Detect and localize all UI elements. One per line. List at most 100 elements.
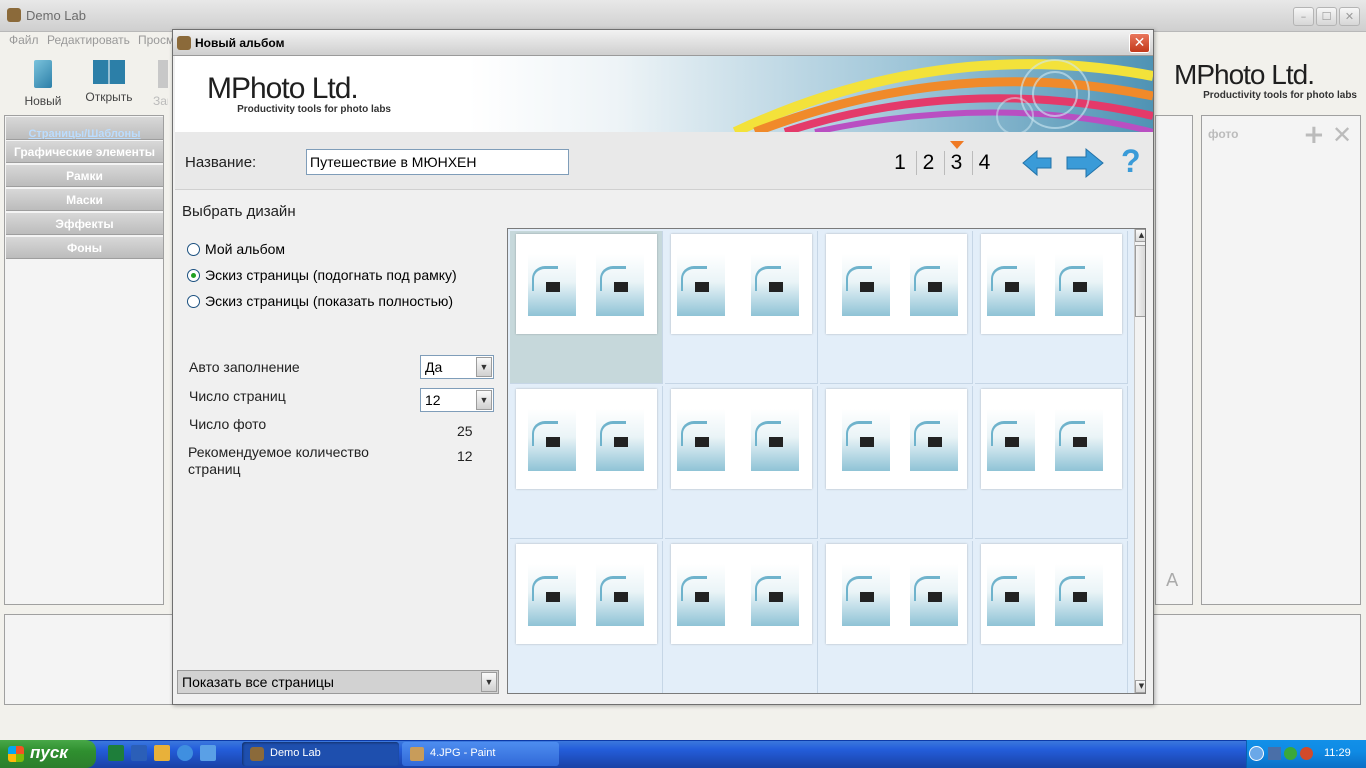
security-icon[interactable] [1284,747,1297,760]
close-button[interactable]: ✕ [1339,7,1360,26]
task-paint[interactable]: 4.JPG - Paint [402,742,559,766]
grid-scrollbar[interactable]: ▲ ▼ [1134,229,1145,693]
current-step-marker [950,141,964,149]
new-button[interactable]: Новый [15,56,71,108]
chevron-down-icon[interactable]: ▼ [476,390,492,410]
step-4[interactable]: 4 [972,151,996,175]
tab-effects[interactable]: Эффекты [6,213,163,235]
photos-label: Число фото [189,416,267,432]
thumbnail-page [842,564,890,626]
design-thumbnail[interactable] [510,541,663,693]
network-icon[interactable] [1268,747,1281,760]
thumbnail-image [981,389,1122,489]
window-title: Demo Lab [26,8,86,23]
design-thumbnail[interactable] [820,231,973,384]
volume-icon[interactable] [1300,747,1313,760]
remove-photo-icon[interactable]: ✕ [1332,121,1352,149]
autofill-select[interactable]: Да ▼ [420,355,494,379]
design-thumbnail[interactable] [820,386,973,539]
right-panel: фото + ✕ [1201,115,1361,605]
chevron-down-icon[interactable]: ▼ [481,672,497,692]
thumbnail-image [826,389,967,489]
tab-masks[interactable]: Маски [6,189,163,211]
thumbnail-page [751,409,799,471]
windows-logo-icon [8,746,24,762]
page-filter-select[interactable]: Показать все страницы ▼ [177,670,499,694]
minimize-button[interactable]: – [1293,7,1314,26]
thumbnail-page [987,564,1035,626]
design-thumbnail[interactable] [665,541,818,693]
scroll-up-icon[interactable]: ▲ [1135,229,1145,242]
radio-my-album[interactable]: Мой альбом [187,241,487,261]
thumbnail-image [981,234,1122,334]
tab-frames[interactable]: Рамки [6,165,163,187]
browser-icon[interactable] [200,745,216,761]
tray-expand-icon[interactable] [1249,746,1264,761]
open-button[interactable]: Открыть [81,56,137,108]
app-icon [7,8,21,22]
radio-sketch-fit[interactable]: Эскиз страницы (подогнать под рамку) [187,267,487,287]
album-name-input[interactable]: Путешествие в МЮНХЕН [306,149,569,175]
thumbnail-image [671,234,812,334]
excel-icon[interactable] [108,745,124,761]
radio-label: Мой альбом [205,241,285,257]
chevron-down-icon[interactable]: ▼ [476,357,492,377]
page-filter-value: Показать все страницы [182,674,334,690]
design-thumbnail[interactable] [975,386,1128,539]
photo-panel-label: фото [1208,127,1239,141]
design-thumbnail[interactable] [820,541,973,693]
design-thumbnail[interactable] [665,386,818,539]
thumbnail-page [528,564,576,626]
thumbnail-image [516,389,657,489]
pages-label: Число страниц [189,388,286,404]
tab-pages-templates[interactable]: Страницы/Шаблоны [6,117,163,140]
menu-edit[interactable]: Редактировать [47,33,130,47]
help-icon[interactable]: ? [1121,143,1141,180]
thumbnail-page [677,564,725,626]
new-button-label: Новый [24,94,62,108]
design-thumbnail[interactable] [975,231,1128,384]
start-button[interactable]: пуск [0,740,96,768]
scroll-thumb[interactable] [1135,245,1145,317]
save-button[interactable]: Зан [146,56,168,108]
step-1[interactable]: 1 [888,151,912,175]
design-thumbnail[interactable] [510,386,663,539]
design-thumbnail[interactable] [510,231,663,384]
radio-sketch-full[interactable]: Эскиз страницы (показать полностью) [187,293,487,313]
thumbnail-image [671,389,812,489]
section-title: Выбрать дизайн [182,203,296,220]
internet-explorer-icon[interactable] [177,745,193,761]
thumbnail-page [677,409,725,471]
brand-logo-tagline: Productivity tools for photo labs [237,104,391,115]
text-tool-icon[interactable]: A [1166,570,1178,591]
thumbnail-page [596,564,644,626]
outlook-icon[interactable] [154,745,170,761]
brand-logo-right: MPhoto Ltd. Productivity tools for photo… [1174,60,1359,104]
step-2[interactable]: 2 [916,151,940,175]
scroll-down-icon[interactable]: ▼ [1135,680,1145,693]
forward-arrow-icon[interactable] [1065,147,1105,179]
task-demo-lab[interactable]: Demo Lab [242,742,399,766]
thumbnail-page [528,409,576,471]
design-thumbnail-grid: ▲ ▼ [507,228,1146,694]
pages-select[interactable]: 12 ▼ [420,388,494,412]
menu-file[interactable]: Файл [9,33,39,47]
tab-graphic-elements[interactable]: Графические элементы [6,141,163,163]
design-thumbnail[interactable] [975,541,1128,693]
step-3[interactable]: 3 [944,151,968,175]
thumbnail-page [528,254,576,316]
save-button-label: Зан [153,94,168,108]
back-arrow-icon[interactable] [1021,149,1053,177]
maximize-button[interactable]: ☐ [1316,7,1337,26]
menu-view[interactable]: Просм [138,33,174,47]
name-label: Название: [185,154,257,171]
dialog-close-button[interactable]: ✕ [1129,33,1150,53]
thumbnail-page [910,254,958,316]
design-thumbnail[interactable] [665,231,818,384]
new-album-dialog: Новый альбом ✕ MPhoto Ltd. Productivity … [172,29,1154,705]
add-photo-icon[interactable]: + [1303,120,1325,150]
tab-backgrounds[interactable]: Фоны [6,237,163,259]
thumbnail-image [981,544,1122,644]
word-icon[interactable] [131,745,147,761]
autofill-label: Авто заполнение [189,359,300,375]
